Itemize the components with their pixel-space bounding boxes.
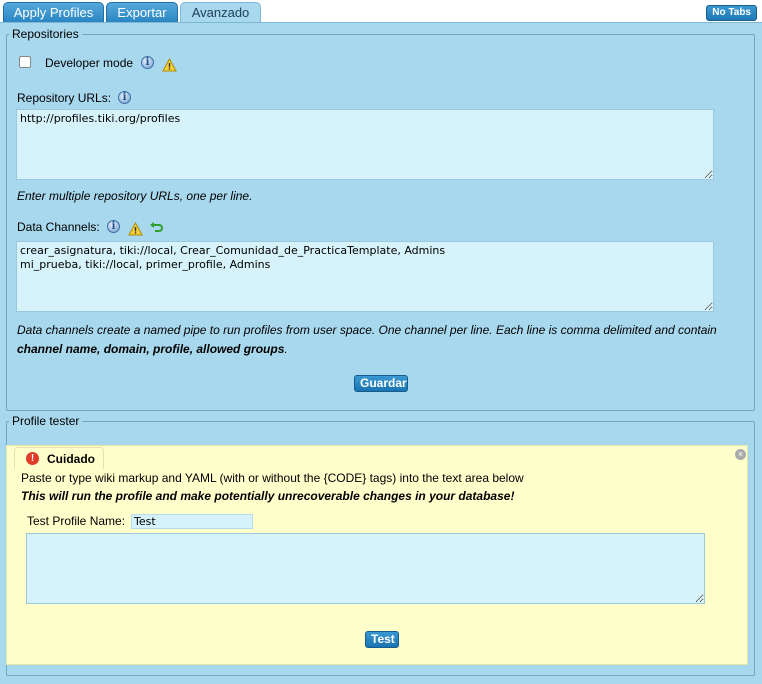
developer-mode-checkbox[interactable]: [19, 56, 31, 68]
test-profile-name-label: Test Profile Name:: [27, 514, 126, 528]
save-button[interactable]: Guardar: [354, 375, 408, 392]
info-icon[interactable]: i: [107, 220, 120, 233]
repositories-legend: Repositories: [12, 27, 79, 41]
repository-urls-help: Enter multiple repository URLs, one per …: [17, 189, 253, 203]
data-channels-help-end: .: [284, 342, 288, 356]
test-profile-content-textarea[interactable]: [26, 533, 705, 604]
profile-tester-legend: Profile tester: [12, 414, 80, 428]
error-icon: !: [26, 452, 39, 465]
tab-avanzado[interactable]: Avanzado: [180, 2, 261, 23]
data-channels-help: Data channels create a named pipe to run…: [17, 321, 747, 359]
data-channels-textarea[interactable]: crear_asignatura, tiki://local, Crear_Co…: [16, 241, 714, 312]
warning-emphasis: This will run the profile and make poten…: [21, 489, 515, 503]
tab-apply-profiles[interactable]: Apply Profiles: [3, 2, 104, 22]
developer-mode-label: Developer mode: [45, 56, 134, 70]
warning-icon: [128, 222, 143, 236]
warning-message: Paste or type wiki markup and YAML (with…: [21, 471, 524, 485]
close-icon[interactable]: ×: [735, 449, 746, 460]
warning-icon: [162, 58, 177, 72]
tab-bar: Apply Profiles Exportar Avanzado No Tabs: [0, 0, 762, 23]
no-tabs-button[interactable]: No Tabs: [706, 5, 757, 21]
repository-urls-textarea[interactable]: http://profiles.tiki.org/profiles: [16, 109, 714, 180]
repository-urls-label: Repository URLs:: [17, 91, 112, 105]
warning-title: Cuidado: [47, 452, 95, 466]
data-channels-label: Data Channels:: [17, 220, 100, 234]
info-icon[interactable]: i: [141, 56, 154, 69]
tab-exportar[interactable]: Exportar: [106, 2, 178, 22]
data-channels-help-bold: channel name, domain, profile, allowed g…: [17, 342, 285, 356]
test-button[interactable]: Test: [365, 631, 399, 648]
data-channels-help-text: Data channels create a named pipe to run…: [17, 323, 717, 337]
info-icon[interactable]: i: [118, 91, 131, 104]
test-profile-name-input[interactable]: Test: [131, 514, 253, 529]
undo-icon[interactable]: [150, 221, 164, 233]
